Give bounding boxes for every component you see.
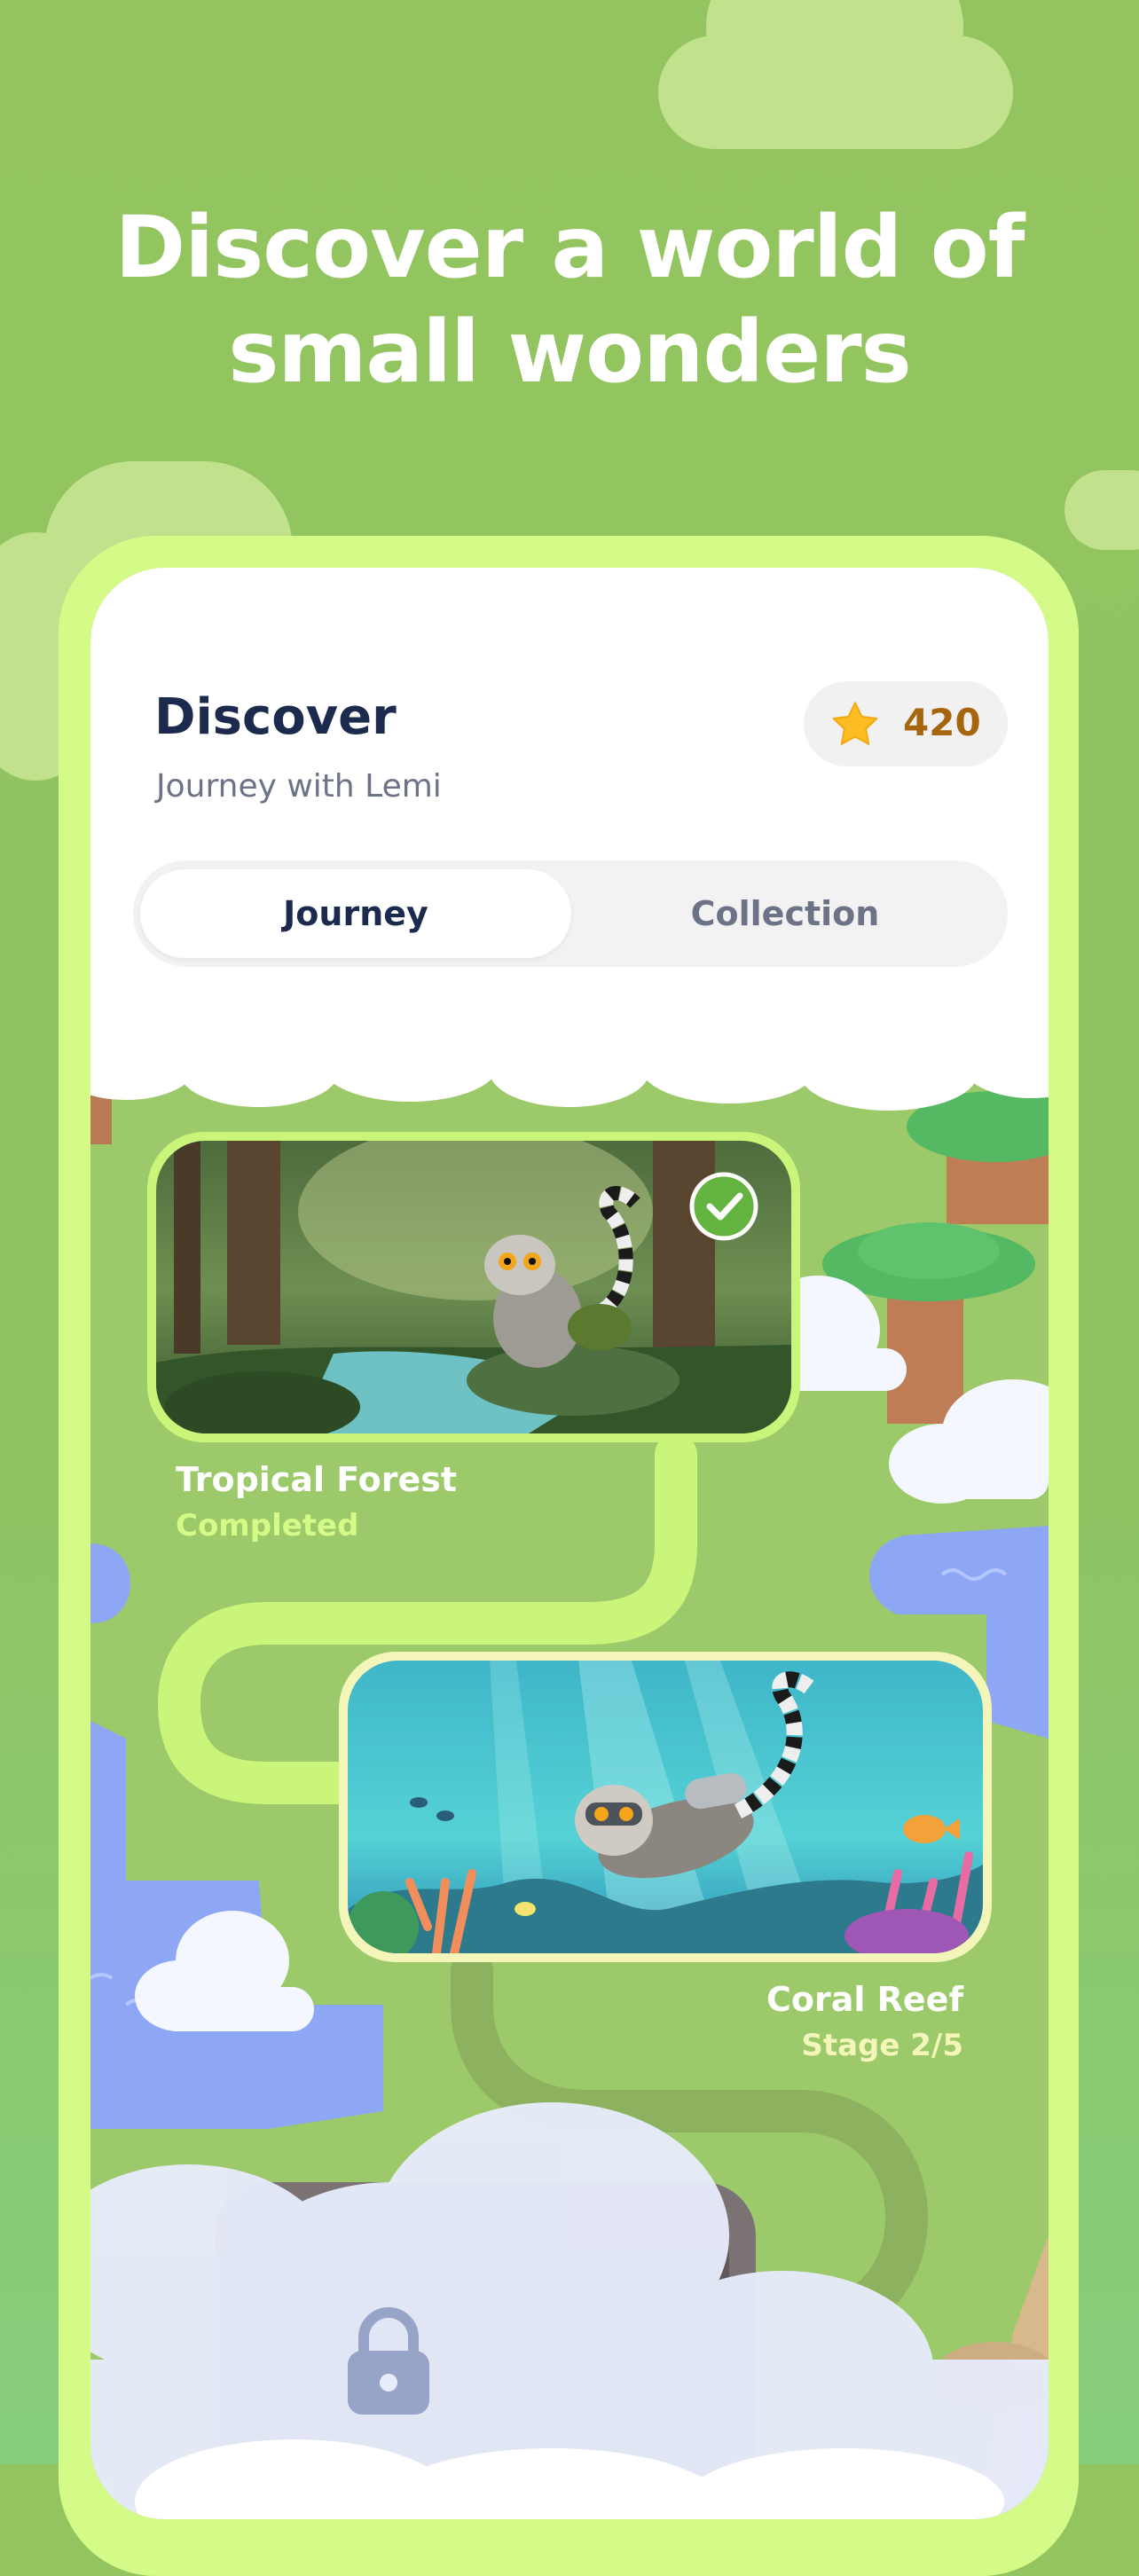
marketing-headline: Discover a world of small wonders	[0, 195, 1139, 404]
header-panel	[90, 568, 1049, 1064]
tree-trunk-middle	[887, 1282, 963, 1424]
star-icon	[832, 702, 878, 745]
stage-card-coral-reef[interactable]	[339, 1652, 992, 1962]
stage-status-coral-reef: Stage 2/5	[801, 2028, 963, 2063]
app-screen: Discover Journey with Lemi 420 Journey C…	[90, 568, 1049, 2519]
points-badge[interactable]: 420	[804, 681, 1008, 766]
tab-collection[interactable]: Collection	[570, 869, 1001, 958]
lemur-forest-illustration	[156, 1141, 791, 1433]
water-left	[90, 1543, 130, 1623]
stage-status-tropical-forest: Completed	[176, 1508, 359, 1543]
lemur-diving-illustration	[348, 1661, 983, 1953]
background-cloud-top-bump	[706, 0, 963, 106]
tab-bar: Journey Collection	[133, 860, 1008, 967]
tab-journey[interactable]: Journey	[140, 869, 571, 958]
points-value: 420	[903, 701, 981, 744]
stage-name-tropical-forest: Tropical Forest	[176, 1460, 458, 1499]
headline-line-1: Discover a world of	[114, 198, 1025, 297]
locked-fog-front	[135, 2439, 1004, 2519]
headline-line-2: small wonders	[228, 302, 911, 402]
page-title: Discover	[154, 688, 397, 746]
completed-check-icon	[689, 1172, 758, 1241]
page-subtitle: Journey with Lemi	[156, 768, 442, 805]
header-scallop	[90, 1029, 1049, 1111]
background-cloud-right	[1064, 470, 1139, 550]
stage-card-tropical-forest[interactable]	[147, 1132, 800, 1442]
stage-name-coral-reef: Coral Reef	[766, 1980, 963, 2019]
